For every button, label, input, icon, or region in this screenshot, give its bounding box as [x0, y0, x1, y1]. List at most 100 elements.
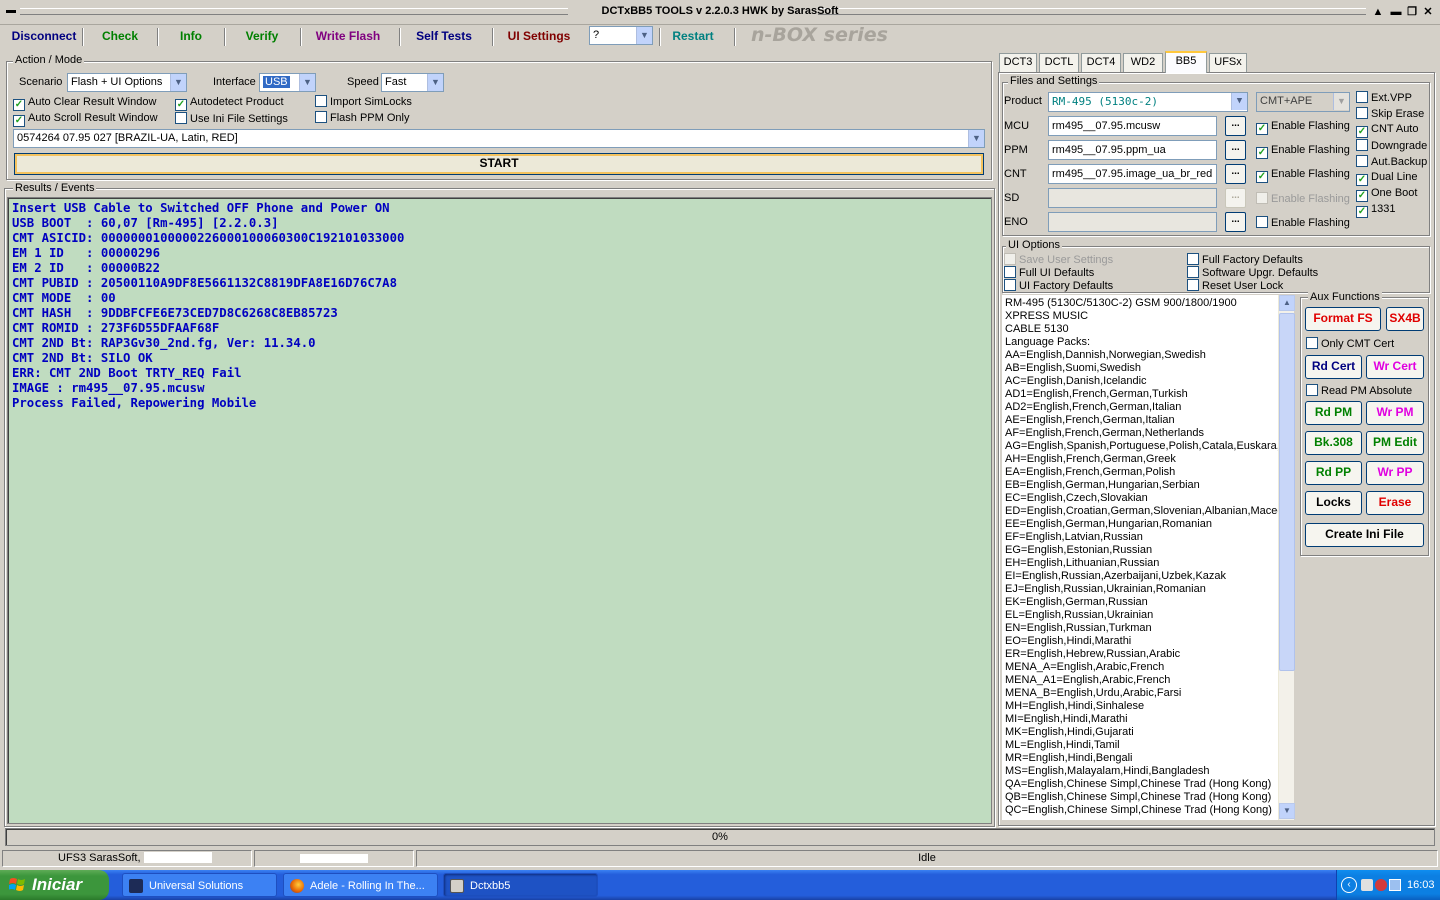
- scroll-down-icon[interactable]: ▼: [1279, 803, 1295, 819]
- file-path-sd[interactable]: [1048, 188, 1217, 208]
- verify-button[interactable]: Verify: [232, 27, 292, 49]
- side-option-checkbox[interactable]: ✓ One Boot: [1356, 187, 1417, 202]
- ui-option-checkbox[interactable]: Software Upgr. Defaults: [1187, 266, 1318, 280]
- checkbox-box[interactable]: ✓: [1356, 190, 1368, 202]
- checkbox-box[interactable]: [1004, 279, 1016, 291]
- checkbox-box[interactable]: [1356, 155, 1368, 167]
- checkbox-box[interactable]: [1187, 253, 1199, 265]
- restart-button[interactable]: Restart: [664, 27, 722, 49]
- interface-select[interactable]: USB ▼: [259, 73, 316, 92]
- checkbox-box[interactable]: [1356, 139, 1368, 151]
- task-universal-solutions[interactable]: Universal Solutions: [122, 873, 277, 897]
- checkbox-box[interactable]: [1256, 192, 1268, 204]
- checkbox-box[interactable]: [1187, 266, 1199, 278]
- info-scrollbar[interactable]: ▲ ▼: [1278, 295, 1295, 820]
- checkbox-box[interactable]: ✓: [175, 99, 187, 111]
- read-pm-absolute-checkbox[interactable]: Read PM Absolute: [1306, 384, 1412, 398]
- close-icon[interactable]: ✕: [1420, 5, 1436, 19]
- start-button-taskbar[interactable]: Iniciar: [0, 870, 109, 900]
- file-path-eno[interactable]: [1048, 212, 1217, 232]
- maximize-icon[interactable]: ❐: [1404, 5, 1420, 19]
- tab-dct3[interactable]: DCT3: [999, 53, 1037, 72]
- browse-button[interactable]: ...: [1225, 116, 1246, 136]
- ui-option-checkbox[interactable]: Reset User Lock: [1187, 279, 1283, 293]
- task-dctxbb5[interactable]: Dctxbb5: [443, 873, 598, 897]
- enable-flashing-checkbox[interactable]: ✓ Enable Flashing: [1256, 168, 1350, 183]
- rd-pm-button[interactable]: Rd PM: [1305, 401, 1362, 425]
- checkbox-box[interactable]: [1004, 253, 1016, 265]
- chevron-down-icon[interactable]: ▼: [1231, 93, 1247, 110]
- checkbox-box[interactable]: [1004, 266, 1016, 278]
- rd-pp-button[interactable]: Rd PP: [1305, 461, 1362, 485]
- network-icon[interactable]: [1389, 879, 1401, 891]
- chevron-down-icon[interactable]: ▼: [636, 27, 652, 44]
- model-info-list[interactable]: RM-495 (5130C/5130C-2) GSM 900/1800/1900…: [1002, 295, 1278, 820]
- side-option-checkbox[interactable]: Downgrade: [1356, 139, 1427, 153]
- auto-clear-checkbox[interactable]: ✓ Auto Clear Result Window: [13, 96, 156, 111]
- clock[interactable]: 16:03: [1407, 870, 1435, 900]
- wr-cert-button[interactable]: Wr Cert: [1366, 355, 1424, 379]
- task-firefox[interactable]: Adele - Rolling In The...: [283, 873, 438, 897]
- file-path-ppm[interactable]: rm495__07.95.ppm_ua: [1048, 140, 1217, 160]
- results-log[interactable]: Insert USB Cable to Switched OFF Phone a…: [7, 197, 992, 824]
- enable-flashing-checkbox[interactable]: Enable Flashing: [1256, 216, 1350, 230]
- rollup-icon[interactable]: ▲: [1370, 5, 1386, 19]
- file-path-mcu[interactable]: rm495__07.95.mcusw: [1048, 116, 1217, 136]
- browse-button[interactable]: ...: [1225, 140, 1246, 160]
- check-button[interactable]: Check: [90, 27, 150, 49]
- tab-wd2[interactable]: WD2: [1123, 53, 1163, 72]
- checkbox-box[interactable]: [1356, 107, 1368, 119]
- side-option-checkbox[interactable]: Ext.VPP: [1356, 91, 1412, 105]
- minimize-icon[interactable]: ▬: [1388, 5, 1404, 19]
- safely-remove-icon[interactable]: [1361, 879, 1373, 891]
- sx4b-button[interactable]: SX4B: [1386, 307, 1424, 331]
- chevron-left-icon[interactable]: ‹: [1341, 877, 1357, 893]
- create-ini-file-button[interactable]: Create Ini File: [1305, 523, 1424, 547]
- browse-button[interactable]: ...: [1225, 164, 1246, 184]
- checkbox-box[interactable]: [1306, 384, 1318, 396]
- ui-option-checkbox[interactable]: Full Factory Defaults: [1187, 253, 1303, 267]
- ui-option-checkbox[interactable]: UI Factory Defaults: [1004, 279, 1113, 293]
- ui-settings-button[interactable]: UI Settings: [500, 27, 578, 49]
- browse-button[interactable]: ...: [1225, 212, 1246, 232]
- side-option-checkbox[interactable]: Skip Erase: [1356, 107, 1424, 121]
- enable-flashing-checkbox[interactable]: ✓ Enable Flashing: [1256, 144, 1350, 159]
- write-flash-button[interactable]: Write Flash: [306, 27, 390, 49]
- checkbox-box[interactable]: [1187, 279, 1199, 291]
- tab-ufsx[interactable]: UFSx: [1209, 53, 1247, 72]
- chevron-down-icon[interactable]: ▼: [968, 130, 984, 147]
- enable-flashing-checkbox[interactable]: Enable Flashing: [1256, 192, 1350, 206]
- checkbox-box[interactable]: [1356, 91, 1368, 103]
- chevron-down-icon[interactable]: ▼: [1333, 93, 1349, 110]
- format-fs-button[interactable]: Format FS: [1305, 307, 1381, 331]
- only-cmt-cert-checkbox[interactable]: Only CMT Cert: [1306, 337, 1394, 351]
- cmt-mode-select[interactable]: CMT+APE ▼: [1256, 92, 1350, 112]
- checkbox-box[interactable]: [315, 95, 327, 107]
- side-option-checkbox[interactable]: ✓ Dual Line: [1356, 171, 1417, 186]
- help-combo[interactable]: ? ▼: [589, 26, 653, 45]
- chevron-down-icon[interactable]: ▼: [170, 74, 186, 91]
- info-button[interactable]: Info: [164, 27, 218, 49]
- checkbox-box[interactable]: ✓: [1256, 123, 1268, 135]
- checkbox-box[interactable]: ✓: [13, 99, 25, 111]
- side-option-checkbox[interactable]: ✓ CNT Auto: [1356, 123, 1419, 138]
- rd-cert-button[interactable]: Rd Cert: [1305, 355, 1362, 379]
- checkbox-box[interactable]: ✓: [1256, 147, 1268, 159]
- ui-option-checkbox[interactable]: Full UI Defaults: [1004, 266, 1094, 280]
- disconnect-button[interactable]: Disconnect: [8, 27, 80, 49]
- use-ini-settings-checkbox[interactable]: Use Ini File Settings: [175, 112, 288, 126]
- erase-button[interactable]: Erase: [1366, 491, 1424, 515]
- locks-button[interactable]: Locks: [1305, 491, 1362, 515]
- browse-button[interactable]: ...: [1225, 188, 1246, 208]
- side-option-checkbox[interactable]: Aut.Backup: [1356, 155, 1427, 169]
- wr-pp-button[interactable]: Wr PP: [1366, 461, 1424, 485]
- variant-select[interactable]: 0574264 07.95 027 [BRAZIL-UA, Latin, RED…: [13, 129, 985, 148]
- tab-dct4[interactable]: DCT4: [1081, 53, 1121, 72]
- flash-ppm-only-checkbox[interactable]: Flash PPM Only: [315, 111, 409, 125]
- product-select[interactable]: RM-495 (5130c-2) ▼: [1048, 92, 1248, 112]
- checkbox-box[interactable]: [315, 111, 327, 123]
- file-path-cnt[interactable]: rm495__07.95.image_ua_br_red: [1048, 164, 1217, 184]
- checkbox-box[interactable]: ✓: [13, 115, 25, 127]
- checkbox-box[interactable]: [175, 112, 187, 124]
- tab-dctl[interactable]: DCTL: [1039, 53, 1079, 72]
